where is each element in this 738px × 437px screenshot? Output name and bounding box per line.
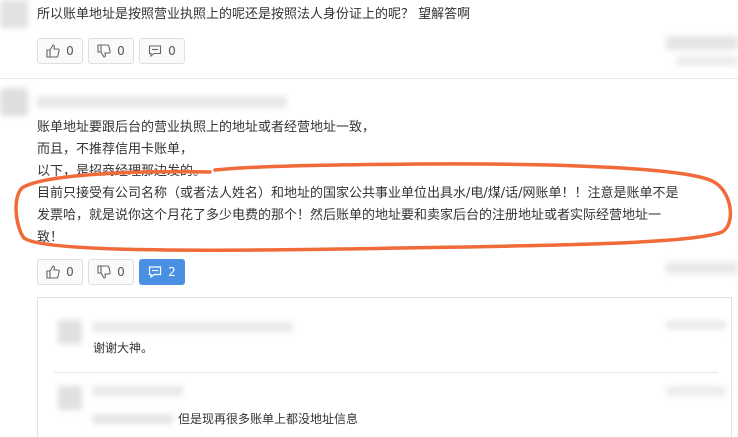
reply-meta bbox=[93, 386, 183, 396]
comment-actions: 0 0 2 bbox=[37, 259, 197, 285]
avatar bbox=[58, 386, 82, 410]
username bbox=[93, 414, 173, 424]
timestamp bbox=[666, 386, 726, 396]
annotation-stroke bbox=[14, 162, 733, 252]
dislike-count: 0 bbox=[117, 265, 125, 279]
thumbs-up-icon bbox=[46, 265, 60, 279]
like-count: 0 bbox=[66, 265, 74, 279]
thumbs-down-icon bbox=[97, 265, 111, 279]
like-button[interactable]: 0 bbox=[37, 259, 83, 285]
reply-meta bbox=[93, 322, 293, 332]
reply-list: 谢谢大神。 但是现再很多账单上都没地址信息 bbox=[37, 297, 732, 437]
reply-text: 但是现再很多账单上都没地址信息 bbox=[178, 412, 359, 426]
timestamp bbox=[666, 320, 726, 330]
divider bbox=[54, 372, 718, 373]
reply-button[interactable]: 2 bbox=[139, 259, 185, 285]
reply-text: 谢谢大神。 bbox=[93, 341, 154, 355]
timestamp bbox=[666, 262, 738, 274]
comment-icon bbox=[148, 265, 162, 279]
avatar bbox=[58, 320, 82, 344]
dislike-button[interactable]: 0 bbox=[88, 259, 134, 285]
reply-count: 2 bbox=[168, 265, 176, 279]
